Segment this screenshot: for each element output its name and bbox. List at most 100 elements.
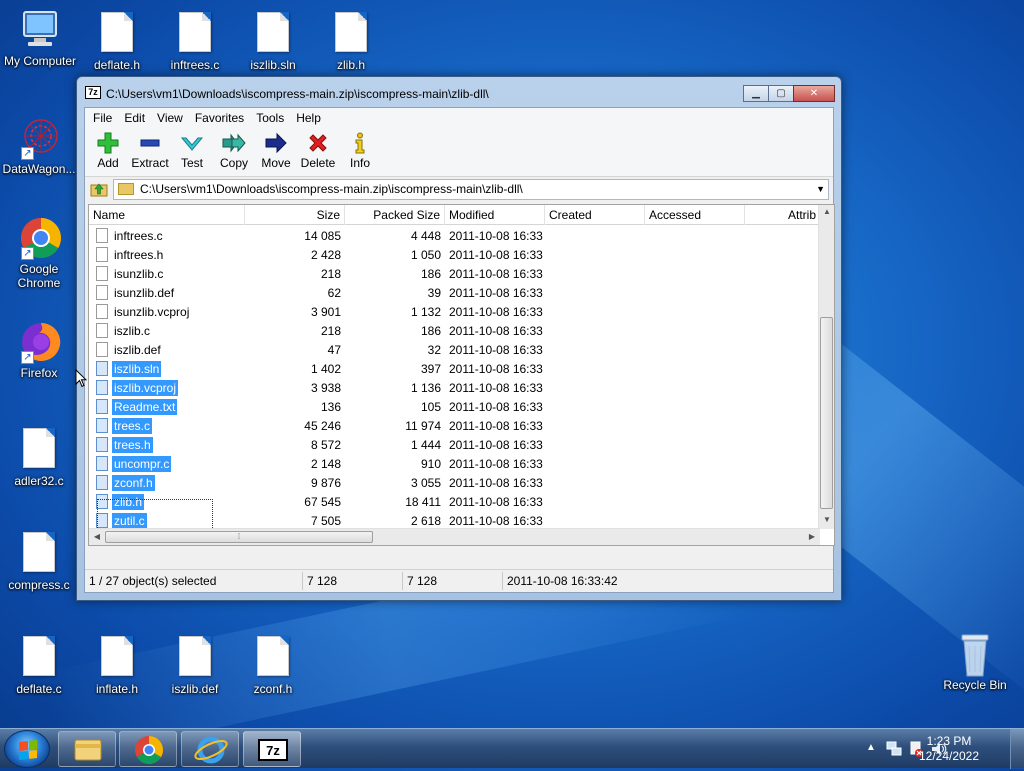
file-icon: [101, 636, 133, 676]
desktop-icon-recycle-bin[interactable]: Recycle Bin: [935, 632, 1015, 692]
file-name-cell[interactable]: isunzlib.c: [89, 266, 245, 282]
table-row[interactable]: iszlib.c 218 186 2011-10-08 16:33: [89, 321, 820, 340]
scroll-down-icon[interactable]: ▼: [819, 515, 834, 524]
file-name-cell[interactable]: uncompr.c: [89, 455, 245, 472]
column-header-created[interactable]: Created: [545, 205, 645, 225]
vertical-scrollbar[interactable]: ▲ ▼: [818, 205, 834, 529]
menu-edit[interactable]: Edit: [118, 111, 151, 125]
column-header-attrib[interactable]: Attrib: [745, 205, 820, 225]
column-header-modified[interactable]: Modified: [445, 205, 545, 225]
desktop-icon-iszlib-def[interactable]: iszlib.def: [155, 636, 235, 696]
file-name-cell[interactable]: isunzlib.def: [89, 285, 245, 301]
column-header-accessed[interactable]: Accessed: [645, 205, 745, 225]
network-icon[interactable]: [886, 740, 902, 758]
file-name-cell[interactable]: inftrees.h: [89, 247, 245, 263]
file-name-cell[interactable]: inftrees.c: [89, 228, 245, 244]
address-input[interactable]: C:\Users\vm1\Downloads\iscompress-main.z…: [113, 178, 829, 200]
mouse-cursor-icon: [75, 369, 87, 388]
file-name-cell[interactable]: iszlib.def: [89, 342, 245, 358]
taskbar-7zip[interactable]: 7z: [243, 731, 301, 767]
start-button[interactable]: [4, 730, 50, 768]
table-row[interactable]: zconf.h 9 876 3 055 2011-10-08 16:33: [89, 473, 820, 492]
file-name-cell[interactable]: zutil.c: [89, 512, 245, 529]
menu-view[interactable]: View: [151, 111, 189, 125]
table-row[interactable]: iszlib.vcproj 3 938 1 136 2011-10-08 16:33: [89, 378, 820, 397]
vertical-scroll-thumb[interactable]: [820, 317, 833, 509]
file-name-cell[interactable]: iszlib.sln: [89, 360, 245, 377]
file-name-cell[interactable]: trees.c: [89, 417, 245, 434]
test-button[interactable]: Test: [171, 128, 213, 176]
desktop-icon-inftrees-c[interactable]: inftrees.c: [155, 12, 235, 72]
scroll-left-icon[interactable]: ◀: [89, 532, 105, 541]
copy-button[interactable]: Copy: [213, 128, 255, 176]
column-header-packed-size[interactable]: Packed Size: [345, 205, 445, 225]
table-row[interactable]: Readme.txt 136 105 2011-10-08 16:33: [89, 397, 820, 416]
menu-favorites[interactable]: Favorites: [189, 111, 250, 125]
add-button[interactable]: Add: [87, 128, 129, 176]
desktop-icon-my-computer[interactable]: My Computer: [0, 8, 80, 68]
desktop-icon-google-chrome[interactable]: ↗ Google Chrome: [0, 216, 79, 290]
file-name-cell[interactable]: iszlib.c: [89, 323, 245, 339]
file-name-cell[interactable]: zconf.h: [89, 474, 245, 491]
show-desktop-button[interactable]: [1010, 729, 1024, 769]
table-row[interactable]: trees.h 8 572 1 444 2011-10-08 16:33: [89, 435, 820, 454]
delete-button[interactable]: Delete: [297, 128, 339, 176]
maximize-button[interactable]: ▢: [768, 85, 794, 102]
file-packed-size: 105: [420, 399, 441, 414]
folder-icon: [118, 183, 134, 195]
horizontal-scroll-thumb[interactable]: ⁞: [105, 531, 373, 543]
table-row[interactable]: inftrees.c 14 085 4 448 2011-10-08 16:33: [89, 226, 820, 245]
title-bar[interactable]: 7z C:\Users\vm1\Downloads\iscompress-mai…: [77, 77, 841, 107]
table-row[interactable]: trees.c 45 246 11 974 2011-10-08 16:33: [89, 416, 820, 435]
table-row[interactable]: isunzlib.vcproj 3 901 1 132 2011-10-08 16:3…: [89, 302, 820, 321]
clock[interactable]: 1:23 PM 12/24/2022: [914, 734, 984, 764]
file-name-cell[interactable]: trees.h: [89, 436, 245, 453]
table-row[interactable]: uncompr.c 2 148 910 2011-10-08 16:33: [89, 454, 820, 473]
table-row[interactable]: isunzlib.c 218 186 2011-10-08 16:33: [89, 264, 820, 283]
column-header-name[interactable]: Name: [89, 205, 245, 225]
desktop-icon-zlib-h[interactable]: zlib.h: [311, 12, 391, 72]
move-button[interactable]: Move: [255, 128, 297, 176]
file-list[interactable]: Name Size Packed Size Modified Created A…: [88, 204, 835, 546]
column-header-size[interactable]: Size: [245, 205, 345, 225]
info-button[interactable]: Info: [339, 128, 381, 176]
close-button[interactable]: ✕: [793, 85, 835, 102]
desktop-icon-compress-c[interactable]: compress.c: [0, 532, 79, 592]
desktop-icon-zconf-h[interactable]: zconf.h: [233, 636, 313, 696]
show-hidden-icons-icon[interactable]: ▲: [866, 742, 876, 753]
desktop-icon-firefox[interactable]: ↗ Firefox: [0, 320, 79, 380]
desktop-icon-adler32-c[interactable]: adler32.c: [0, 428, 79, 488]
menu-file[interactable]: File: [87, 111, 118, 125]
table-row[interactable]: iszlib.sln 1 402 397 2011-10-08 16:33: [89, 359, 820, 378]
table-row[interactable]: isunzlib.def 62 39 2011-10-08 16:33: [89, 283, 820, 302]
chevron-down-icon[interactable]: ▼: [816, 184, 825, 194]
extract-button[interactable]: Extract: [129, 128, 171, 176]
file-icon: [96, 247, 108, 262]
file-name-cell[interactable]: isunzlib.vcproj: [89, 304, 245, 320]
file-name-cell[interactable]: Readme.txt: [89, 398, 245, 415]
minimize-button[interactable]: ▁: [743, 85, 769, 102]
desktop-icon-datawagon[interactable]: ↗ DataWagon...: [0, 116, 79, 176]
scroll-up-icon[interactable]: ▲: [819, 207, 834, 216]
table-row[interactable]: zlib.h 67 545 18 411 2011-10-08 16:33: [89, 492, 820, 511]
file-name-cell[interactable]: zlib.h: [89, 493, 245, 510]
menu-tools[interactable]: Tools: [250, 111, 290, 125]
desktop-icon-deflate-c[interactable]: deflate.c: [0, 636, 79, 696]
taskbar-explorer[interactable]: [58, 731, 116, 767]
taskbar-chrome[interactable]: [119, 731, 177, 767]
desktop-icon-deflate-h[interactable]: deflate.h: [77, 12, 157, 72]
table-row[interactable]: iszlib.def 47 32 2011-10-08 16:33: [89, 340, 820, 359]
file-modified: 2011-10-08 16:33: [449, 475, 543, 490]
file-name-cell[interactable]: iszlib.vcproj: [89, 379, 245, 396]
menu-help[interactable]: Help: [290, 111, 327, 125]
7zip-app-icon[interactable]: 7z: [85, 86, 101, 99]
horizontal-scrollbar[interactable]: ◀ ⁞ ▶: [89, 528, 820, 545]
table-row[interactable]: inftrees.h 2 428 1 050 2011-10-08 16:33: [89, 245, 820, 264]
up-folder-button[interactable]: [89, 179, 109, 199]
scroll-right-icon[interactable]: ▶: [804, 532, 820, 541]
desktop-icon-inflate-h[interactable]: inflate.h: [77, 636, 157, 696]
desktop-icon-iszlib-sln[interactable]: iszlib.sln: [233, 12, 313, 72]
file-modified: 2011-10-08 16:33: [449, 399, 543, 414]
file-size: 45 246: [304, 418, 341, 433]
taskbar-ie[interactable]: [181, 731, 239, 767]
